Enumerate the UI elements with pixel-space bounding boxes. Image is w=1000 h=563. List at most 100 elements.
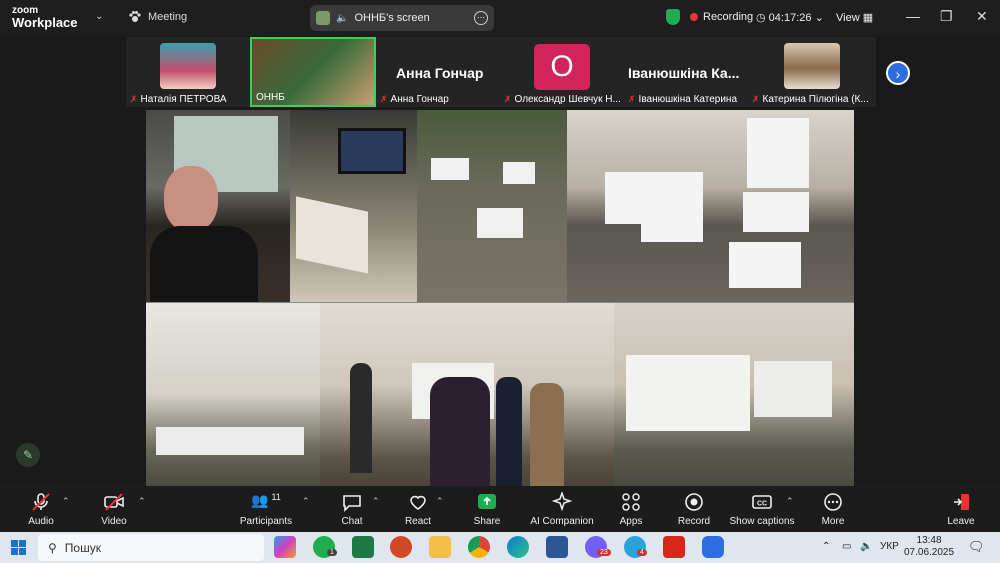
battery-icon[interactable]: ▭ bbox=[842, 541, 851, 552]
windows-start-icon[interactable] bbox=[11, 540, 26, 555]
close-icon[interactable]: ✕ bbox=[976, 8, 988, 25]
viber-badge: 23 bbox=[597, 549, 611, 556]
exhibition-board bbox=[754, 361, 832, 417]
ai-companion-button[interactable]: AI Companion bbox=[530, 492, 594, 527]
show-captions-label: Show captions bbox=[729, 516, 795, 527]
chevron-up-icon[interactable]: ⌃ bbox=[62, 496, 70, 507]
photo-children-tables bbox=[417, 110, 567, 302]
leave-label: Leave bbox=[947, 516, 975, 527]
next-page-arrow-icon[interactable]: › bbox=[886, 61, 910, 85]
paw-icon bbox=[129, 11, 141, 22]
file-explorer-icon[interactable] bbox=[429, 536, 451, 558]
screen-share-pill[interactable]: 🔈 ОННБ's screen ⋯ bbox=[310, 5, 494, 31]
chevron-up-icon[interactable]: ⌃ bbox=[786, 496, 794, 507]
copilot-app-icon[interactable] bbox=[274, 536, 296, 558]
participants-label: Participants bbox=[239, 516, 293, 527]
view-button[interactable]: View ▦ bbox=[836, 11, 873, 24]
video-label: Video bbox=[101, 516, 127, 527]
participant-tile-active[interactable]: ОННБ bbox=[250, 37, 376, 107]
chevron-up-icon[interactable]: ⌃ bbox=[138, 496, 146, 507]
more-options-icon[interactable]: ⋯ bbox=[474, 11, 488, 25]
participant-name: ОННБ bbox=[256, 92, 285, 103]
chrome-app-icon[interactable] bbox=[468, 536, 490, 558]
person-face bbox=[164, 166, 218, 232]
exhibition-board bbox=[605, 172, 641, 224]
share-screen-icon bbox=[478, 494, 496, 509]
apps-button[interactable]: Apps bbox=[616, 492, 646, 527]
sparkle-icon bbox=[551, 492, 573, 512]
audio-label: Audio bbox=[28, 516, 54, 527]
notification-icon[interactable]: 🗨 bbox=[968, 539, 985, 555]
zoom-window: zoom Workplace ⌄ Meeting 🔈 ОННБ's screen… bbox=[0, 0, 1000, 563]
restore-icon[interactable]: ❐ bbox=[940, 8, 953, 25]
video-button[interactable]: Video bbox=[96, 492, 132, 527]
record-button[interactable]: Record bbox=[676, 492, 712, 527]
participant-tile[interactable]: Іванюшкіна Ка... ✗ Іванюшкіна Катерина bbox=[624, 37, 748, 107]
participant-tile[interactable]: ✗ Наталія ПЕТРОВА bbox=[126, 37, 250, 107]
screen-share-icon bbox=[316, 11, 330, 25]
share-button[interactable]: Share bbox=[470, 492, 504, 527]
exhibition-board bbox=[626, 355, 750, 431]
meeting-info-button[interactable]: Meeting bbox=[128, 10, 187, 24]
edge-app-icon[interactable] bbox=[507, 536, 529, 558]
word-app-icon[interactable] bbox=[546, 536, 568, 558]
participants-count: 11 bbox=[271, 492, 281, 502]
security-shield-icon[interactable] bbox=[666, 9, 680, 25]
laptop-screen bbox=[338, 128, 406, 174]
minimize-icon[interactable]: — bbox=[906, 8, 920, 24]
speaker-icon[interactable]: 🔈 bbox=[860, 541, 872, 552]
zoom-logo: zoom Workplace bbox=[12, 5, 78, 30]
person-figure bbox=[350, 363, 372, 473]
participant-tile[interactable]: О ✗ Олександр Шевчук Н... bbox=[500, 37, 624, 107]
participant-video bbox=[160, 43, 216, 89]
whatsapp-badge: 1 bbox=[327, 549, 337, 556]
participant-tile[interactable]: Анна Гончар ✗ Анна Гончар bbox=[376, 37, 500, 107]
muted-mic-icon bbox=[32, 493, 50, 511]
acrobat-app-icon[interactable] bbox=[663, 536, 685, 558]
exhibition-board bbox=[729, 242, 801, 288]
leave-door-icon bbox=[954, 494, 969, 510]
participant-name: Олександр Шевчук Н... bbox=[514, 94, 621, 105]
share-label: Share bbox=[473, 516, 501, 527]
chevron-up-icon[interactable]: ⌃ bbox=[822, 541, 830, 552]
chevron-up-icon[interactable]: ⌃ bbox=[302, 496, 310, 507]
muted-mic-icon: ✗ bbox=[380, 94, 388, 104]
record-dot-icon bbox=[690, 13, 698, 21]
chevron-down-icon: ⌄ bbox=[814, 12, 824, 24]
participants-button[interactable]: 👥 11 Participants bbox=[236, 492, 296, 527]
taskbar-clock[interactable]: 13:48 07.06.2025 bbox=[904, 535, 954, 559]
cc-icon: CC bbox=[752, 495, 772, 509]
chevron-down-icon[interactable]: ⌄ bbox=[95, 11, 103, 22]
record-icon bbox=[685, 493, 703, 511]
person-shoulders bbox=[150, 226, 258, 302]
meeting-timer[interactable]: ◷ 04:17:26 ⌄ bbox=[756, 11, 824, 24]
audio-button[interactable]: Audio bbox=[22, 492, 60, 527]
chat-button[interactable]: Chat bbox=[338, 492, 366, 527]
apps-grid-icon bbox=[622, 493, 640, 511]
more-button[interactable]: More bbox=[818, 492, 848, 527]
participant-tile[interactable]: ✗ Катерина Пілюгіна (К... bbox=[748, 37, 876, 107]
powerpoint-app-icon[interactable] bbox=[390, 536, 412, 558]
table bbox=[503, 162, 535, 184]
react-button[interactable]: React bbox=[402, 492, 434, 527]
zoom-app-icon[interactable] bbox=[702, 536, 724, 558]
taskbar-search-input[interactable]: ⚲ Пошук bbox=[38, 534, 264, 561]
table bbox=[431, 158, 469, 180]
language-indicator[interactable]: УКР bbox=[880, 541, 899, 552]
chevron-up-icon[interactable]: ⌃ bbox=[436, 496, 444, 507]
screen-owner-label: ОННБ's screen bbox=[354, 12, 430, 24]
excel-app-icon[interactable] bbox=[352, 536, 374, 558]
chevron-up-icon[interactable]: ⌃ bbox=[372, 496, 380, 507]
photo-laptop-book bbox=[290, 110, 417, 302]
muted-mic-icon: ✗ bbox=[752, 94, 760, 104]
annotate-pencil-icon[interactable]: ✎ bbox=[16, 443, 40, 467]
photo-exhibition-stands bbox=[567, 110, 854, 302]
person-figure bbox=[496, 377, 522, 486]
apps-label: Apps bbox=[619, 516, 643, 527]
muted-mic-icon: ✗ bbox=[130, 94, 138, 104]
more-label: More bbox=[821, 516, 845, 527]
participant-name: Катерина Пілюгіна (К... bbox=[762, 94, 869, 105]
recording-indicator[interactable]: Recording bbox=[690, 11, 753, 23]
react-label: React bbox=[404, 516, 432, 527]
leave-button[interactable]: Leave bbox=[946, 492, 976, 527]
